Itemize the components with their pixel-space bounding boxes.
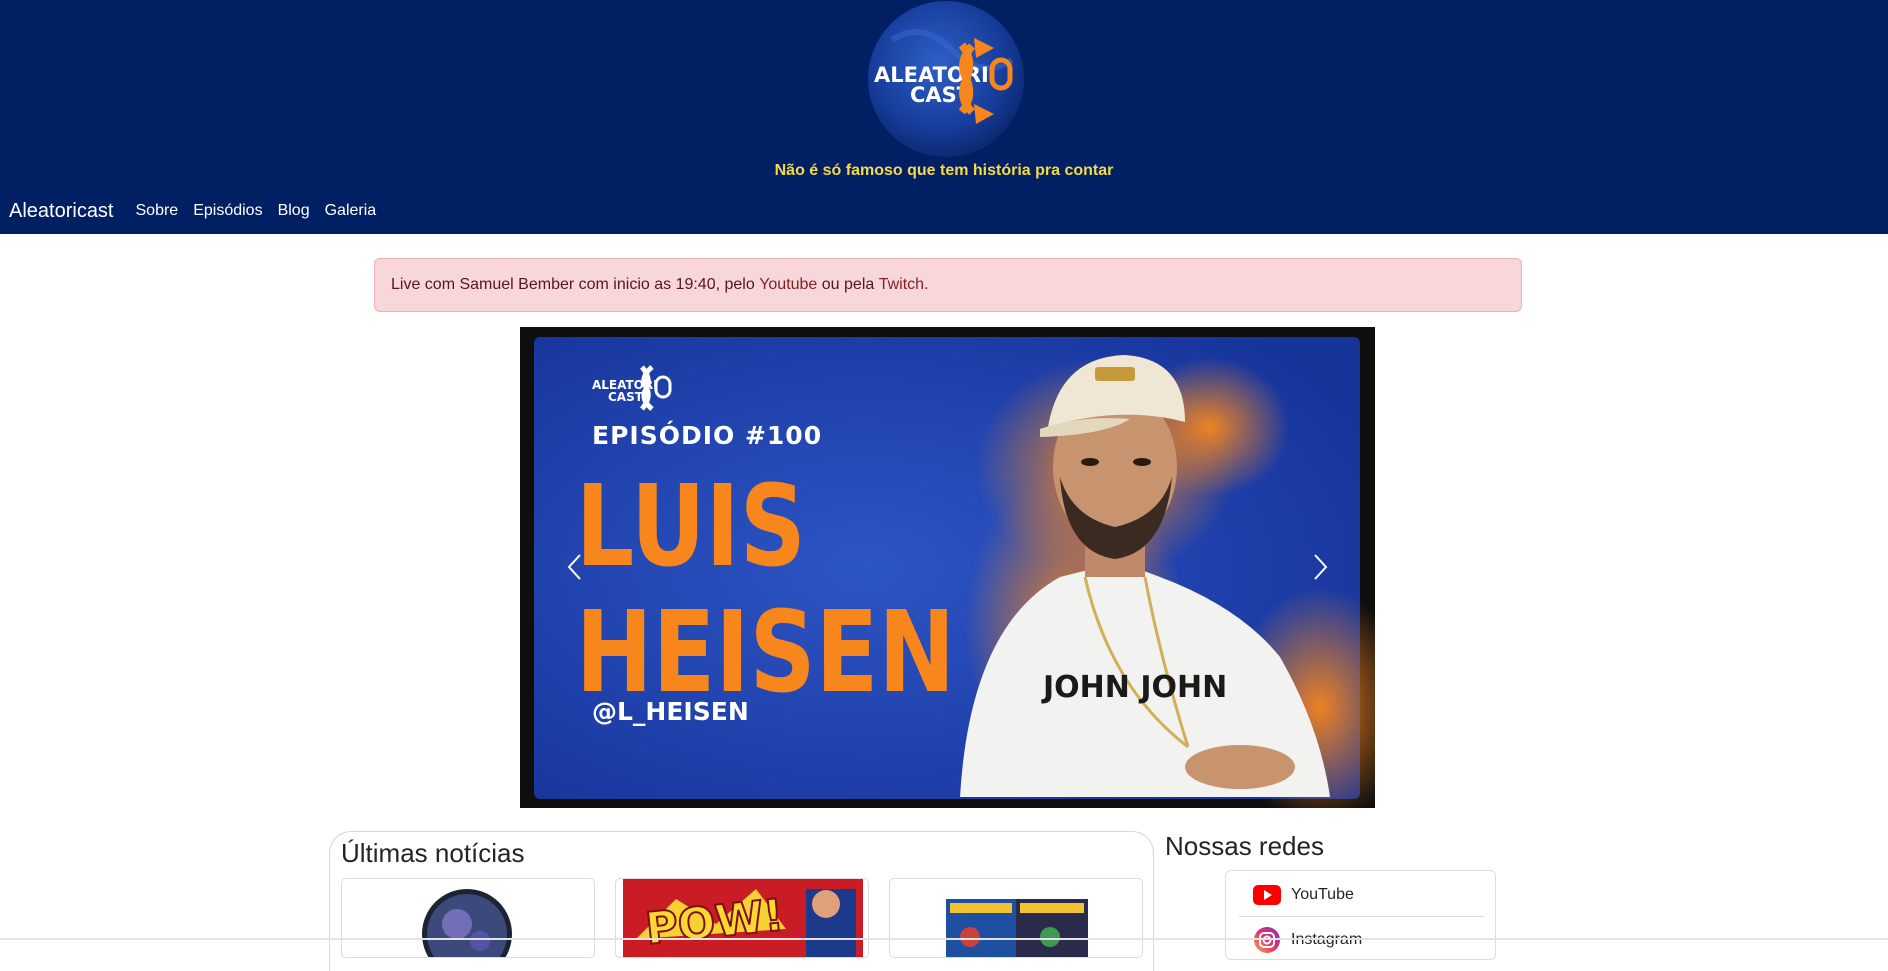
youtube-icon <box>1253 885 1281 905</box>
latest-news-title: Últimas notícias <box>341 838 525 868</box>
chevron-left-icon <box>567 554 581 580</box>
nav-link-galeria[interactable]: Galeria <box>325 202 377 220</box>
alert-youtube-link[interactable]: Youtube <box>759 276 817 294</box>
news-card-image: POW! <box>623 879 863 957</box>
slide-handle: @L_HEISEN <box>592 697 749 726</box>
live-alert: Live com Samuel Bember com inicio as 19:… <box>374 258 1522 312</box>
alert-text-before: Live com Samuel Bember com inicio as 19:… <box>391 276 760 293</box>
shirt-text: JOHN JOHN <box>1041 670 1227 705</box>
navbar-brand[interactable]: Aleatoricast <box>9 200 114 223</box>
news-card[interactable] <box>889 878 1143 958</box>
alert-twitch-link[interactable]: Twitch <box>879 276 924 294</box>
slide-name-line1: LUIS <box>576 462 806 592</box>
news-card-image <box>946 899 1088 957</box>
aleatoricast-logo[interactable]: ALEATORI CAST <box>862 0 1030 158</box>
main-navbar: Aleatoricast Sobre Episódios Blog Galeri… <box>0 196 391 226</box>
social-label-youtube: YouTube <box>1291 886 1354 903</box>
news-card[interactable]: POW! <box>615 878 869 958</box>
social-links-list: YouTube Instagram <box>1225 870 1496 960</box>
instagram-icon <box>1254 927 1280 953</box>
social-networks-title: Nossas redes <box>1165 831 1324 861</box>
slide-episode-number: EPISÓDIO #100 <box>592 420 822 450</box>
episode-carousel[interactable]: ALEATORI CAST EPISÓDIO #100 LUIS HEISEN … <box>520 327 1375 808</box>
site-header: ALEATORI CAST Não é só famoso que tem hi… <box>0 0 1888 234</box>
tagline: Não é só famoso que tem história pra con… <box>774 162 1114 179</box>
carousel-slide-episode-100[interactable]: ALEATORI CAST EPISÓDIO #100 LUIS HEISEN … <box>520 327 1375 808</box>
news-card[interactable] <box>341 878 595 958</box>
alert-text-middle: ou pela <box>817 276 879 293</box>
chevron-right-icon <box>1314 554 1328 580</box>
nav-link-blog[interactable]: Blog <box>278 202 310 220</box>
nav-link-sobre[interactable]: Sobre <box>136 202 179 220</box>
nav-link-episodios[interactable]: Episódios <box>193 202 262 220</box>
social-link-youtube[interactable]: YouTube <box>1226 873 1497 917</box>
carousel-prev-button[interactable] <box>555 547 595 587</box>
social-divider <box>1239 916 1484 917</box>
alert-text-after: . <box>924 276 929 293</box>
svg-text:CAST: CAST <box>608 390 644 404</box>
carousel-next-button[interactable] <box>1300 547 1340 587</box>
social-label-instagram: Instagram <box>1291 931 1362 949</box>
social-link-instagram[interactable]: Instagram <box>1226 918 1497 962</box>
news-card-image <box>422 889 512 957</box>
